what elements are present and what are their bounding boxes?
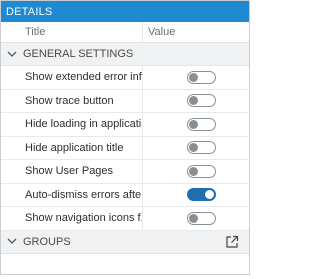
toggle-knob: [205, 190, 214, 200]
panel-title: DETAILS: [6, 5, 53, 18]
column-header-title: Title: [1, 22, 143, 42]
toggle-switch[interactable]: [187, 211, 216, 225]
setting-label: Show User Pages: [1, 160, 143, 183]
setting-label: Show navigation icons f...: [1, 207, 143, 230]
toggle-knob: [189, 119, 198, 129]
setting-value: [143, 66, 249, 89]
chevron-down-icon[interactable]: [1, 51, 23, 58]
toggle-switch[interactable]: [187, 94, 216, 108]
settings-list: Show extended error inf... Show trace but…: [1, 66, 249, 231]
chevron-down-icon[interactable]: [1, 238, 23, 245]
setting-value: [143, 137, 249, 160]
toggle-switch[interactable]: [187, 117, 216, 131]
toggle-knob: [189, 96, 198, 106]
toggle-knob: [189, 143, 198, 153]
details-panel: DETAILS Title Value GENERAL SETTINGS Sho…: [0, 0, 250, 275]
setting-row: Hide loading in applicati...: [1, 113, 249, 137]
setting-row: Show extended error inf...: [1, 66, 249, 90]
toggle-switch[interactable]: [187, 141, 216, 155]
section-label: GROUPS: [23, 235, 71, 248]
setting-label: Auto-dismiss errors afte...: [1, 183, 143, 206]
section-general-settings[interactable]: GENERAL SETTINGS: [1, 43, 249, 66]
toggle-knob: [189, 213, 198, 223]
toggle-switch[interactable]: [187, 70, 216, 84]
setting-value: [143, 160, 249, 183]
setting-value: [143, 90, 249, 113]
setting-label: Show extended error inf...: [1, 66, 143, 89]
toggle-switch[interactable]: [187, 164, 216, 178]
section-groups[interactable]: GROUPS: [1, 230, 249, 254]
toggle-knob: [189, 166, 198, 176]
setting-value: [143, 184, 249, 207]
section-label: GENERAL SETTINGS: [23, 48, 134, 60]
setting-row: Show trace button: [1, 89, 249, 113]
setting-row: Auto-dismiss errors afte...: [1, 183, 249, 207]
setting-row: Hide application title: [1, 136, 249, 160]
panel-header: DETAILS: [1, 1, 249, 22]
external-link-icon[interactable]: [225, 235, 239, 249]
toggle-switch[interactable]: [187, 188, 216, 202]
toggle-knob: [189, 72, 198, 82]
setting-row: Show navigation icons f...: [1, 207, 249, 231]
setting-row: Show User Pages: [1, 160, 249, 184]
setting-label: Show trace button: [1, 89, 143, 112]
setting-label: Hide loading in applicati...: [1, 113, 143, 136]
column-headers: Title Value: [1, 22, 249, 43]
setting-value: [143, 113, 249, 136]
column-header-value: Value: [148, 26, 176, 38]
setting-value: [143, 207, 249, 230]
setting-label: Hide application title: [1, 136, 143, 159]
